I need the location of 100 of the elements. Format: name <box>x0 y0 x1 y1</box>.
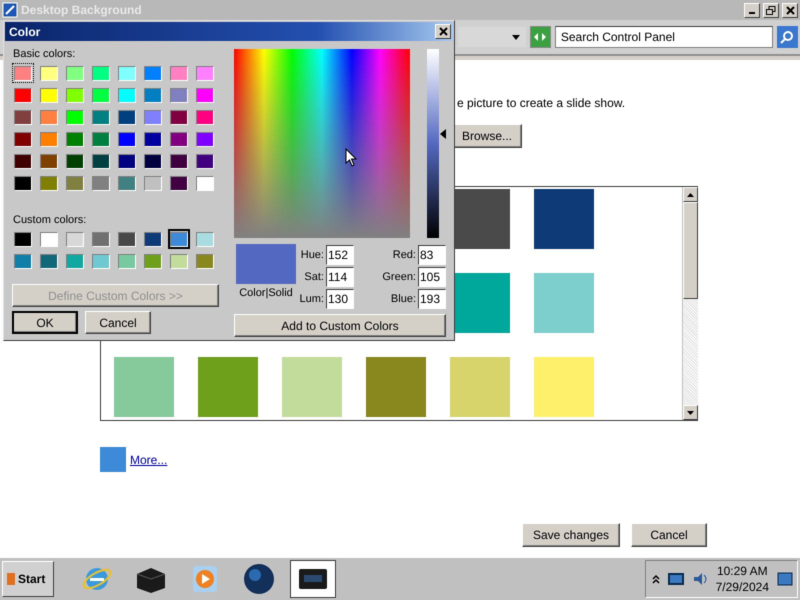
color-swatch[interactable] <box>168 85 190 105</box>
color-spectrum[interactable] <box>234 49 410 238</box>
color-swatch[interactable] <box>282 357 342 417</box>
color-swatch[interactable] <box>12 151 34 171</box>
color-swatch[interactable] <box>168 151 190 171</box>
color-swatch[interactable] <box>38 107 60 127</box>
color-swatch[interactable] <box>12 129 34 149</box>
close-button[interactable] <box>435 24 451 39</box>
ok-button[interactable]: OK <box>12 311 78 334</box>
save-button[interactable]: Save changes <box>522 523 620 547</box>
color-swatch[interactable] <box>100 447 126 472</box>
color-swatch[interactable] <box>90 85 112 105</box>
color-swatch[interactable] <box>450 357 510 417</box>
color-swatch[interactable] <box>194 151 216 171</box>
search-field[interactable]: Search Control Panel <box>554 26 773 48</box>
value-field[interactable]: 105 <box>418 267 446 287</box>
color-swatch[interactable] <box>90 151 112 171</box>
color-swatch[interactable] <box>194 173 216 193</box>
color-swatch[interactable] <box>116 107 138 127</box>
color-swatch[interactable] <box>168 229 190 249</box>
color-swatch[interactable] <box>116 173 138 193</box>
color-swatch[interactable] <box>194 85 216 105</box>
chevron-up-icon[interactable] <box>652 574 660 584</box>
color-swatch[interactable] <box>38 63 60 83</box>
color-swatch[interactable] <box>114 357 174 417</box>
color-swatch[interactable] <box>116 251 138 271</box>
color-swatch[interactable] <box>64 63 86 83</box>
search-button[interactable] <box>776 26 798 48</box>
color-swatch[interactable] <box>168 173 190 193</box>
color-swatch[interactable] <box>12 63 34 83</box>
color-swatch[interactable] <box>64 173 86 193</box>
color-swatch[interactable] <box>194 63 216 83</box>
more-link[interactable]: More... <box>130 452 168 466</box>
color-swatch[interactable] <box>38 129 60 149</box>
color-swatch[interactable] <box>142 251 164 271</box>
color-swatch[interactable] <box>194 129 216 149</box>
value-field[interactable]: 193 <box>418 289 446 309</box>
slider-arrow[interactable] <box>440 129 446 140</box>
show-desktop-icon[interactable] <box>777 571 793 587</box>
color-swatch[interactable] <box>142 229 164 249</box>
color-swatch[interactable] <box>116 63 138 83</box>
cancel-button[interactable]: Cancel <box>631 523 707 547</box>
color-swatch[interactable] <box>12 229 34 249</box>
color-swatch[interactable] <box>116 229 138 249</box>
color-swatch[interactable] <box>38 251 60 271</box>
color-swatch[interactable] <box>64 85 86 105</box>
color-swatch[interactable] <box>90 173 112 193</box>
color-swatch[interactable] <box>12 173 34 193</box>
color-swatch[interactable] <box>38 173 60 193</box>
restore-button[interactable] <box>763 2 779 18</box>
cancel-button[interactable]: Cancel <box>85 311 151 334</box>
color-swatch[interactable] <box>64 251 86 271</box>
color-swatch[interactable] <box>38 229 60 249</box>
color-swatch[interactable] <box>90 229 112 249</box>
color-swatch[interactable] <box>142 129 164 149</box>
color-swatch[interactable] <box>366 357 426 417</box>
value-field[interactable]: 152 <box>326 245 354 265</box>
add-to-custom-colors-button[interactable]: Add to Custom Colors <box>234 314 446 337</box>
color-swatch[interactable] <box>90 251 112 271</box>
color-swatch[interactable] <box>194 251 216 271</box>
speaker-icon[interactable] <box>692 571 708 587</box>
color-swatch[interactable] <box>64 151 86 171</box>
color-swatch[interactable] <box>534 357 594 417</box>
color-swatch[interactable] <box>198 357 258 417</box>
color-swatch[interactable] <box>12 85 34 105</box>
browse-button[interactable]: Browse... <box>452 124 522 148</box>
color-swatch[interactable] <box>534 273 594 333</box>
color-swatch[interactable] <box>38 85 60 105</box>
color-swatch[interactable] <box>168 63 190 83</box>
color-swatch[interactable] <box>142 107 164 127</box>
refresh-button[interactable] <box>530 26 551 48</box>
value-field[interactable]: 114 <box>326 267 354 287</box>
color-swatch[interactable] <box>116 129 138 149</box>
color-swatch[interactable] <box>12 251 34 271</box>
color-swatch[interactable] <box>142 151 164 171</box>
color-swatch[interactable] <box>194 107 216 127</box>
color-swatch[interactable] <box>168 107 190 127</box>
value-field[interactable]: 83 <box>418 245 446 265</box>
color-swatch[interactable] <box>90 129 112 149</box>
color-swatch[interactable] <box>90 107 112 127</box>
color-swatch[interactable] <box>116 151 138 171</box>
color-swatch[interactable] <box>194 229 216 249</box>
close-button[interactable] <box>782 2 798 18</box>
color-swatch[interactable] <box>64 229 86 249</box>
color-swatch[interactable] <box>142 63 164 83</box>
color-swatch[interactable] <box>12 107 34 127</box>
vertical-scrollbar[interactable] <box>682 187 698 420</box>
clock[interactable]: 10:29 AM 7/29/2024 <box>716 563 769 595</box>
start-button[interactable]: Start <box>2 561 54 597</box>
monitor-icon[interactable] <box>668 573 684 585</box>
color-swatch[interactable] <box>142 85 164 105</box>
color-swatch[interactable] <box>534 189 594 249</box>
color-swatch[interactable] <box>64 129 86 149</box>
minimize-button[interactable] <box>744 2 760 18</box>
taskbar-app-button[interactable] <box>290 560 336 598</box>
color-swatch[interactable] <box>90 63 112 83</box>
color-swatch[interactable] <box>38 151 60 171</box>
color-swatch[interactable] <box>168 251 190 271</box>
color-swatch[interactable] <box>168 129 190 149</box>
value-field[interactable]: 130 <box>326 289 354 309</box>
